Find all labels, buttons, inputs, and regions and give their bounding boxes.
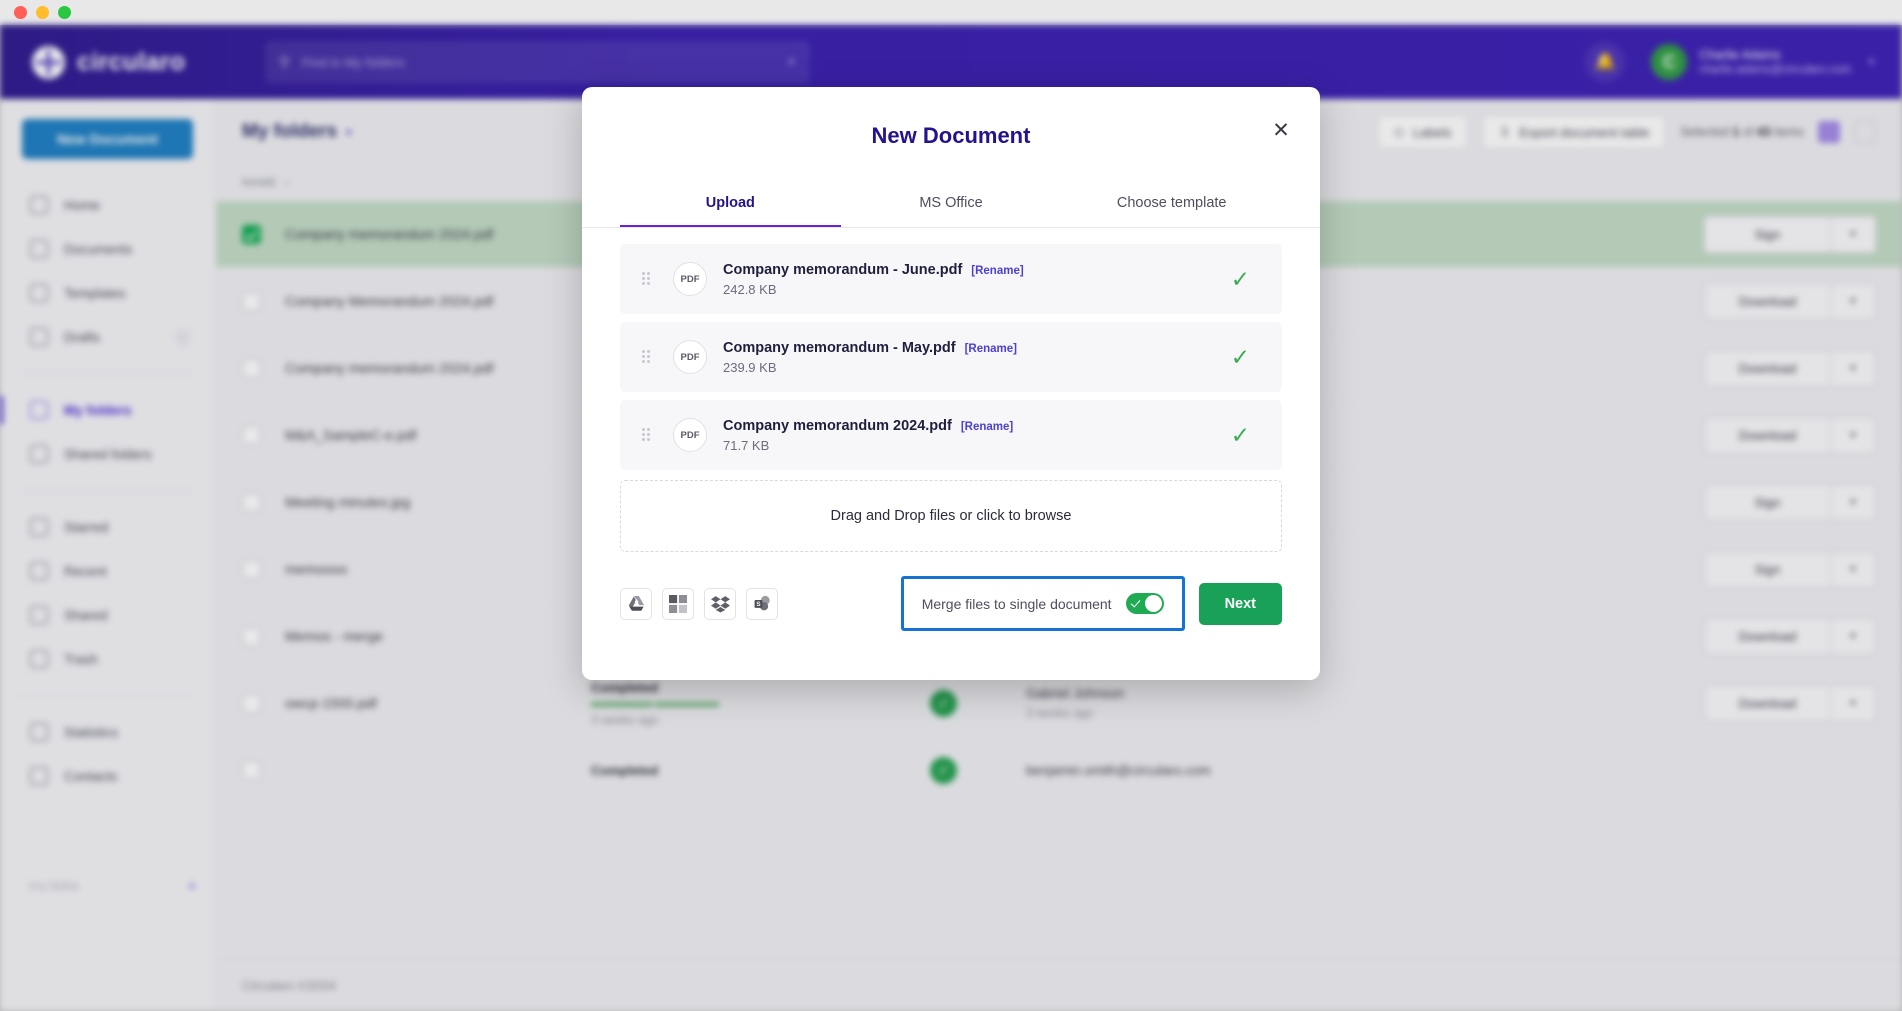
check-icon: ✓	[1231, 266, 1250, 293]
tab-upload[interactable]: Upload	[620, 195, 841, 227]
file-list: PDF Company memorandum - June.pdf [Renam…	[582, 228, 1320, 470]
rename-link[interactable]: [Rename]	[965, 343, 1017, 355]
file-size: 239.9 KB	[723, 360, 1231, 375]
list-item[interactable]: PDF Company memorandum 2024.pdf [Rename]…	[620, 400, 1282, 470]
drag-handle-icon[interactable]	[642, 428, 651, 442]
sharepoint-icon[interactable]: S	[746, 588, 778, 620]
file-name: Company memorandum 2024.pdf	[723, 418, 952, 434]
dialog-title: New Document	[582, 123, 1320, 149]
merge-files-label: Merge files to single document	[922, 596, 1112, 612]
merge-files-toggle[interactable]	[1126, 593, 1164, 614]
check-icon: ✓	[1231, 422, 1250, 449]
minimize-window-button[interactable]	[36, 6, 49, 19]
cloud-providers: S	[620, 588, 778, 620]
file-info: Company memorandum - May.pdf [Rename] 23…	[723, 340, 1231, 375]
close-window-button[interactable]	[14, 6, 27, 19]
toggle-knob	[1145, 595, 1162, 612]
file-name: Company memorandum - June.pdf	[723, 262, 962, 278]
new-document-dialog: New Document ✕ Upload MS Office Choose t…	[582, 87, 1320, 680]
file-name: Company memorandum - May.pdf	[723, 340, 956, 356]
file-info: Company memorandum - June.pdf [Rename] 2…	[723, 262, 1231, 297]
merge-and-next: Merge files to single document Next	[901, 576, 1282, 631]
merge-files-toggle-group[interactable]: Merge files to single document	[901, 576, 1185, 631]
list-item[interactable]: PDF Company memorandum - June.pdf [Renam…	[620, 244, 1282, 314]
maximize-window-button[interactable]	[58, 6, 71, 19]
dialog-footer: S Merge files to single document Next	[582, 552, 1320, 631]
next-button[interactable]: Next	[1199, 583, 1282, 625]
pdf-icon: PDF	[673, 340, 707, 374]
rename-link[interactable]: [Rename]	[961, 421, 1013, 433]
tab-ms-office[interactable]: MS Office	[841, 195, 1062, 227]
dialog-tabs: Upload MS Office Choose template	[582, 195, 1320, 228]
dropzone[interactable]: Drag and Drop files or click to browse	[620, 480, 1282, 552]
microsoft-onedrive-icon[interactable]	[662, 588, 694, 620]
dropbox-icon[interactable]	[704, 588, 736, 620]
drag-handle-icon[interactable]	[642, 272, 651, 286]
tab-choose-template[interactable]: Choose template	[1061, 195, 1282, 227]
list-item[interactable]: PDF Company memorandum - May.pdf [Rename…	[620, 322, 1282, 392]
pdf-icon: PDF	[673, 418, 707, 452]
drag-handle-icon[interactable]	[642, 350, 651, 364]
check-icon	[1130, 597, 1140, 607]
check-icon: ✓	[1231, 344, 1250, 371]
close-icon[interactable]: ✕	[1268, 117, 1294, 143]
google-drive-icon[interactable]	[620, 588, 652, 620]
file-size: 71.7 KB	[723, 438, 1231, 453]
file-info: Company memorandum 2024.pdf [Rename] 71.…	[723, 418, 1231, 453]
rename-link[interactable]: [Rename]	[971, 265, 1023, 277]
window-titlebar	[0, 0, 1902, 25]
svg-text:S: S	[756, 601, 760, 608]
file-size: 242.8 KB	[723, 282, 1231, 297]
pdf-icon: PDF	[673, 262, 707, 296]
